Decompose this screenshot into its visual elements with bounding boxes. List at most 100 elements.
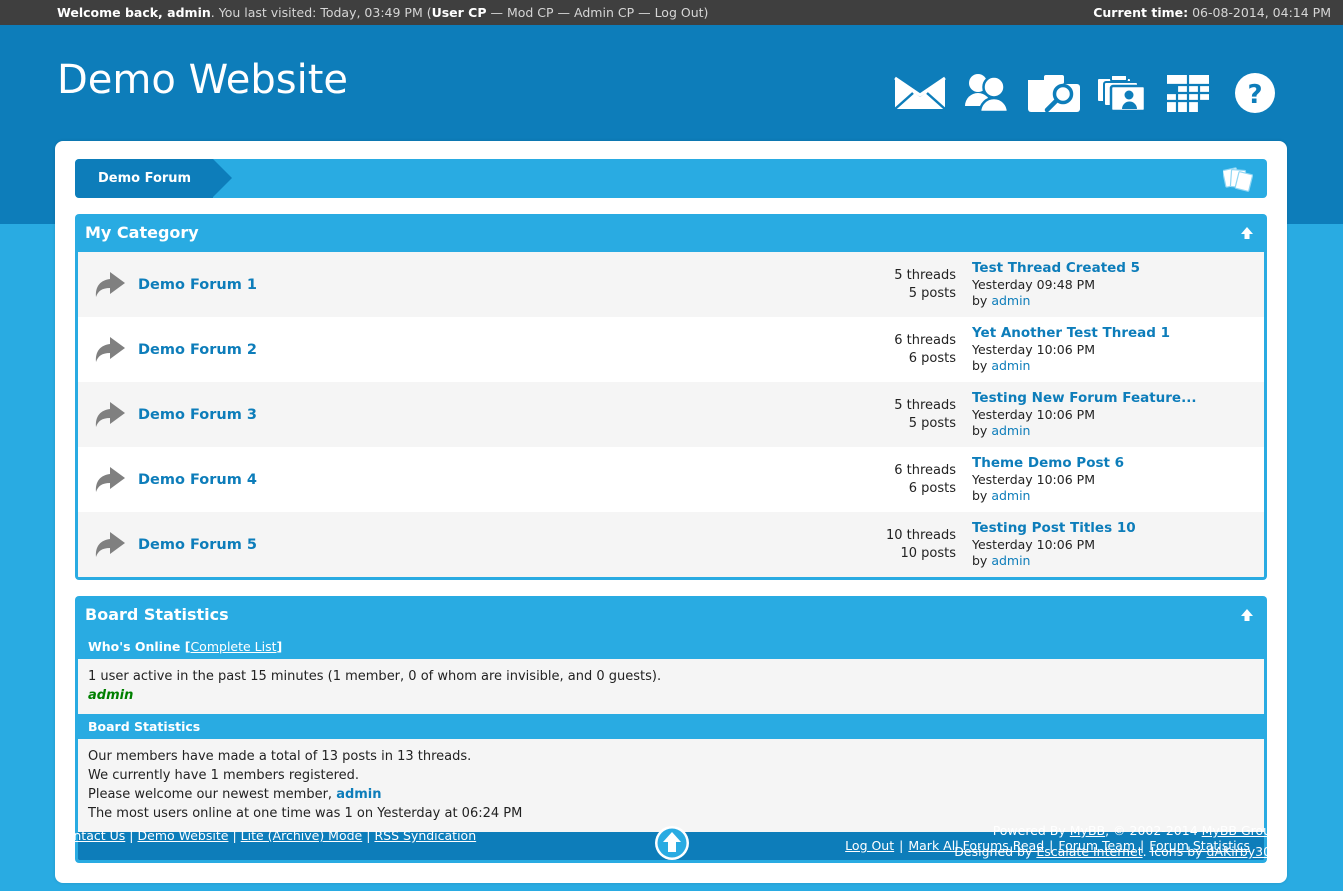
- forum-post-count: 10 posts: [852, 545, 956, 563]
- last-post-title-link[interactable]: Theme Demo Post 6: [972, 455, 1252, 471]
- forum-stats: 6 threads6 posts: [852, 462, 972, 498]
- site-logo[interactable]: Demo Website: [57, 57, 348, 103]
- forum-last-post: Testing New Forum Feature...Yesterday 10…: [972, 390, 1252, 439]
- forum-link[interactable]: Demo Forum 4: [138, 472, 852, 488]
- board-statistics-title: Board Statistics: [85, 605, 229, 624]
- header-icon-bar: ?: [892, 65, 1283, 121]
- forum-last-post: Yet Another Test Thread 1Yesterday 10:06…: [972, 325, 1252, 374]
- newest-member-link[interactable]: admin: [336, 787, 381, 802]
- last-post-author-line: by admin: [972, 293, 1030, 308]
- help-icon[interactable]: ?: [1227, 65, 1283, 121]
- lite-archive-mode-link[interactable]: Lite (Archive) Mode: [241, 828, 363, 843]
- log-out-link[interactable]: Log Out: [655, 5, 704, 20]
- demo-website-link[interactable]: Demo Website: [138, 828, 229, 843]
- last-post-title-link[interactable]: Yet Another Test Thread 1: [972, 325, 1252, 341]
- member-list-icon[interactable]: [959, 65, 1015, 121]
- forum-row[interactable]: Demo Forum 510 threads10 posts Testing Po…: [78, 512, 1264, 577]
- category-panel: My Category Demo Forum 15 threads5 posts…: [75, 214, 1267, 580]
- forum-post-count: 5 posts: [852, 285, 956, 303]
- welcome-bar: Welcome back, admin. You last visited: T…: [0, 0, 1343, 25]
- icons-end: .: [1279, 844, 1283, 859]
- rss-syndication-link[interactable]: RSS Syndication: [374, 828, 476, 843]
- up-arrow-icon[interactable]: [1239, 607, 1255, 623]
- last-post-by-prefix: by: [972, 553, 991, 568]
- stat-newest-member: Please welcome our newest member, admin: [88, 785, 1254, 804]
- last-post-author-link[interactable]: admin: [991, 423, 1030, 438]
- forum-cards-icon: [1223, 165, 1253, 193]
- mybb-group-link[interactable]: MyBB Group: [1202, 823, 1279, 838]
- last-post-date: Yesterday 10:06 PM: [972, 472, 1252, 488]
- forum-unread-arrow-icon[interactable]: [92, 335, 138, 365]
- forum-row[interactable]: Demo Forum 26 threads6 postsYet Another …: [78, 317, 1264, 382]
- forum-post-count: 6 posts: [852, 350, 956, 368]
- forum-last-post: Testing Post Titles 10Yesterday 10:06 PM…: [972, 520, 1252, 569]
- scroll-to-top-icon[interactable]: [654, 825, 690, 861]
- user-cp-link[interactable]: User CP: [432, 5, 487, 20]
- welcome-separator-1: —: [487, 5, 507, 20]
- up-arrow-icon[interactable]: [1239, 225, 1255, 241]
- designed-prefix: Designed by: [954, 844, 1036, 859]
- online-summary: 1 user active in the past 15 minutes (1 …: [88, 667, 1254, 686]
- search-icon[interactable]: [1026, 65, 1082, 121]
- footer-separator: |: [228, 828, 240, 843]
- last-post-by-prefix: by: [972, 488, 991, 503]
- last-post-author-link[interactable]: admin: [991, 358, 1030, 373]
- statistics-subheader: Board Statistics: [78, 714, 1264, 739]
- complete-list-link[interactable]: Complete List: [190, 639, 276, 654]
- calendar-icon[interactable]: [1160, 65, 1216, 121]
- forum-thread-count: 10 threads: [852, 527, 956, 545]
- last-post-title-link[interactable]: Testing New Forum Feature...: [972, 390, 1252, 406]
- last-post-author-link[interactable]: admin: [991, 488, 1030, 503]
- forum-link[interactable]: Demo Forum 2: [138, 342, 852, 358]
- breadcrumb-item-demo-forum[interactable]: Demo Forum: [75, 159, 213, 198]
- mod-cp-link[interactable]: Mod CP: [507, 5, 554, 20]
- contact-us-link[interactable]: Contact Us: [57, 828, 125, 843]
- forum-row[interactable]: Demo Forum 35 threads5 postsTesting New …: [78, 382, 1264, 447]
- welcome-separator-3: —: [634, 5, 654, 20]
- last-post-author-link[interactable]: admin: [991, 293, 1030, 308]
- dakirby309-link[interactable]: dAKirby309: [1207, 844, 1280, 859]
- powered-prefix: Powered By: [993, 823, 1070, 838]
- last-visit-text: . You last visited: Today, 03:49 PM (: [211, 5, 432, 20]
- mybb-link[interactable]: MyBB: [1070, 823, 1105, 838]
- forum-row[interactable]: Demo Forum 46 threads6 postsTheme Demo P…: [78, 447, 1264, 512]
- current-time: Current time: 06-08-2014, 04:14 PM: [1093, 0, 1331, 25]
- forum-unread-arrow-icon[interactable]: [92, 400, 138, 430]
- forum-thread-count: 6 threads: [852, 462, 956, 480]
- last-post-by-prefix: by: [972, 358, 991, 373]
- forum-thread-count: 5 threads: [852, 267, 956, 285]
- whos-online-header: Who's Online [Complete List]: [78, 634, 1264, 659]
- last-post-title-link[interactable]: Testing Post Titles 10: [972, 520, 1252, 536]
- admin-cp-link[interactable]: Admin CP: [574, 5, 634, 20]
- forum-thread-count: 5 threads: [852, 397, 956, 415]
- last-post-title-link[interactable]: Test Thread Created 5: [972, 260, 1252, 276]
- content-container: Demo Forum My Category Demo Forum 15 thr…: [55, 141, 1287, 883]
- escalate-internet-link[interactable]: Escalate Internet: [1036, 844, 1142, 859]
- private-messages-icon[interactable]: [892, 65, 948, 121]
- footer-separator: |: [362, 828, 374, 843]
- breadcrumb: Demo Forum: [75, 159, 1267, 198]
- forum-link[interactable]: Demo Forum 1: [138, 277, 852, 293]
- forum-row[interactable]: Demo Forum 15 threads5 posts Test Thread …: [78, 252, 1264, 317]
- welcome-close-paren: ): [704, 5, 709, 20]
- forum-thread-count: 6 threads: [852, 332, 956, 350]
- last-post-author-line: by admin: [972, 423, 1030, 438]
- footer-separator: |: [125, 828, 137, 843]
- forum-link[interactable]: Demo Forum 5: [138, 537, 852, 553]
- current-time-value: 06-08-2014, 04:14 PM: [1188, 5, 1331, 20]
- copyright-end: .: [1279, 823, 1283, 838]
- forum-unread-arrow-icon[interactable]: [92, 270, 138, 300]
- whos-online-label: Who's Online: [88, 639, 180, 654]
- forum-link[interactable]: Demo Forum 3: [138, 407, 852, 423]
- last-post-author-link[interactable]: admin: [991, 553, 1030, 568]
- forum-stats: 6 threads6 posts: [852, 332, 972, 368]
- complete-list-bracket-close: ]: [277, 639, 283, 654]
- online-user-admin[interactable]: admin: [88, 688, 133, 703]
- forum-unread-arrow-icon[interactable]: [92, 465, 138, 495]
- forum-unread-arrow-icon[interactable]: [92, 530, 138, 560]
- last-post-date: Yesterday 09:48 PM: [972, 277, 1252, 293]
- forum-last-post: Theme Demo Post 6Yesterday 10:06 PMby ad…: [972, 455, 1252, 504]
- forum-post-count: 6 posts: [852, 480, 956, 498]
- last-post-author-line: by admin: [972, 488, 1030, 503]
- user-cp-icon[interactable]: [1093, 65, 1149, 121]
